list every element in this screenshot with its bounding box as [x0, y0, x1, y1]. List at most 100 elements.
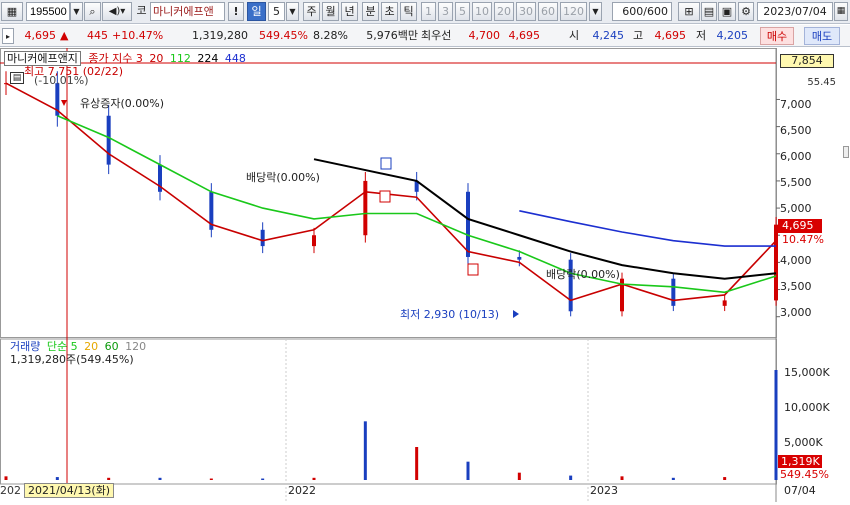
volume-bar — [55, 477, 59, 480]
candle-body — [260, 229, 265, 247]
ex-dividend-label-1: 배당락(0.00%) — [246, 171, 320, 184]
quote-price: 4,695 — [24, 29, 57, 42]
minute-60-button[interactable]: 60 — [538, 2, 558, 21]
legend-ma-label: 종가 지수 3 — [88, 52, 143, 65]
candle-body — [466, 191, 470, 257]
date-field[interactable]: 2023/07/04 — [757, 2, 833, 21]
quote-low: 4,205 — [716, 29, 749, 42]
volume-ma60-label: 60 — [104, 340, 119, 353]
grid-settings-icon[interactable]: ⊞ — [678, 2, 700, 21]
quote-bar: ▸ 4,695 ▲ 445 +10.47% 1,319,280 549.45% … — [0, 25, 850, 47]
y-tick-4000: 4,000 — [780, 254, 812, 267]
minute-1-button[interactable]: 1 — [421, 2, 436, 21]
low-note: 최저 2,930 (10/13) — [400, 308, 500, 321]
legend-ma-224: 224 — [197, 52, 219, 65]
quote-open: 4,245 — [592, 29, 625, 42]
price-top-box: 7,854 — [780, 54, 834, 68]
current-pct-tag: 10.47% — [782, 233, 824, 246]
minute-3-button[interactable]: 3 — [438, 2, 453, 21]
market-badge: 코 — [136, 4, 147, 17]
chart-canvas[interactable] — [0, 48, 850, 502]
period-year-tab[interactable]: 년 — [341, 2, 358, 21]
x-axis-2023: 2023 — [590, 484, 618, 497]
warning-button[interactable]: ! — [228, 2, 244, 21]
speaker-icon[interactable]: ◀)▾ — [102, 2, 132, 21]
y-tick-3500: 3,500 — [780, 280, 812, 293]
stock-name[interactable]: 마니커에프앤 — [150, 2, 225, 21]
quote-best-label: 최우선 — [421, 29, 452, 42]
legend-ma-448: 448 — [224, 52, 246, 65]
save-icon[interactable]: ▣ — [718, 2, 736, 21]
search-icon[interactable]: ⌕ — [84, 2, 101, 21]
dilution-icon[interactable]: ▤ — [10, 72, 24, 84]
range-field[interactable]: 600/600 — [612, 2, 672, 21]
period-second-tab[interactable]: 초 — [381, 2, 398, 21]
volume-label: 거래량 — [10, 340, 41, 353]
volume-bar — [261, 478, 265, 480]
period-dropdown-icon[interactable]: ▼ — [286, 2, 299, 21]
x-axis-right-date: 07/04 — [784, 484, 816, 497]
minute-30-button[interactable]: 30 — [516, 2, 536, 21]
legend-ma-20: 20 — [149, 52, 164, 65]
quote-toggle-icon[interactable]: ▸ — [2, 28, 14, 44]
calendar-icon[interactable]: ▦ — [834, 2, 848, 21]
vol-tick-10000k: 10,000K — [784, 401, 830, 414]
volume-bar — [4, 476, 8, 480]
volume-ma120-label: 120 — [125, 340, 147, 353]
quote-bid: 4,695 — [508, 29, 541, 42]
quote-volume: 1,319,280 — [192, 29, 248, 42]
chart-toolbar: ▦ ▼ ⌕ ◀)▾ 코 마니커에프앤 ! 일 5 ▼ 주 월 년 분 초 틱 1… — [0, 0, 850, 24]
candle-body — [671, 278, 676, 306]
volume-ma5-label: 단순 5 — [46, 340, 78, 353]
x-axis-left-edge: 202 — [0, 484, 21, 497]
ex-rights-label: 유상증자(0.00%) — [80, 97, 165, 110]
volume-bar — [517, 472, 521, 480]
period-count-field[interactable]: 5 — [268, 2, 285, 21]
minute-dropdown-icon[interactable]: ▼ — [589, 2, 602, 21]
price-axis-top: 55.45 — [807, 77, 836, 88]
minute-120-button[interactable]: 120 — [560, 2, 587, 21]
volume-bar — [671, 477, 675, 480]
gear-icon[interactable]: ⚙ — [738, 2, 754, 21]
current-price-tag: 4,695 — [778, 219, 822, 233]
panel-resize-handle[interactable] — [843, 146, 849, 158]
period-month-tab[interactable]: 월 — [322, 2, 339, 21]
minute-10-button[interactable]: 10 — [472, 2, 492, 21]
ex-dividend-label-2: 배당락(0.00%) — [546, 268, 620, 281]
volume-bar — [158, 477, 162, 480]
vol-tick-5000k: 5,000K — [784, 436, 823, 449]
sell-button[interactable]: 매도 — [804, 27, 840, 45]
candle-body — [106, 115, 111, 165]
y-tick-3000: 3,000 — [780, 306, 812, 319]
minute-20-button[interactable]: 20 — [494, 2, 514, 21]
up-triangle-icon: ▲ — [60, 29, 69, 42]
quote-high-label: 고 — [633, 29, 644, 42]
period-change-value: -10.01% — [38, 74, 85, 87]
period-minute-tab[interactable]: 분 — [362, 2, 379, 21]
candle-body — [363, 180, 368, 236]
period-day-tab[interactable]: 일 — [247, 2, 266, 21]
quote-amount: 5,976백만 — [366, 29, 418, 42]
layout-icon[interactable]: ▦ — [1, 2, 23, 21]
buy-button[interactable]: 매수 — [760, 27, 794, 45]
minute-5-button[interactable]: 5 — [455, 2, 470, 21]
stock-code-input[interactable] — [26, 2, 70, 21]
code-dropdown-icon[interactable]: ▼ — [70, 2, 83, 21]
period-tick-tab[interactable]: 틱 — [400, 2, 417, 21]
quote-low-label: 저 — [696, 29, 707, 42]
quote-ask: 4,700 — [468, 29, 501, 42]
period-week-tab[interactable]: 주 — [303, 2, 320, 21]
volume-value-line: 1,319,280주(549.45%) — [10, 353, 134, 366]
quote-turnover: 8.28% — [313, 29, 348, 42]
volume-bar — [620, 476, 624, 480]
legend-stock-name: 마니커에프앤지 — [4, 51, 81, 66]
volume-bar — [107, 477, 111, 480]
volume-tag: 1,319K — [778, 455, 822, 468]
volume-bar — [363, 421, 367, 480]
table-icon[interactable]: ▤ — [701, 2, 717, 21]
stock-chart[interactable]: 마니커에프앤지 종가 지수 3 20 112 224 448 최고 7,751 … — [0, 48, 850, 502]
volume-legend: 거래량 단순 5 20 60 120 — [10, 340, 146, 353]
volume-bar — [312, 477, 316, 480]
candle-body — [722, 300, 727, 306]
quote-high: 4,695 — [654, 29, 687, 42]
